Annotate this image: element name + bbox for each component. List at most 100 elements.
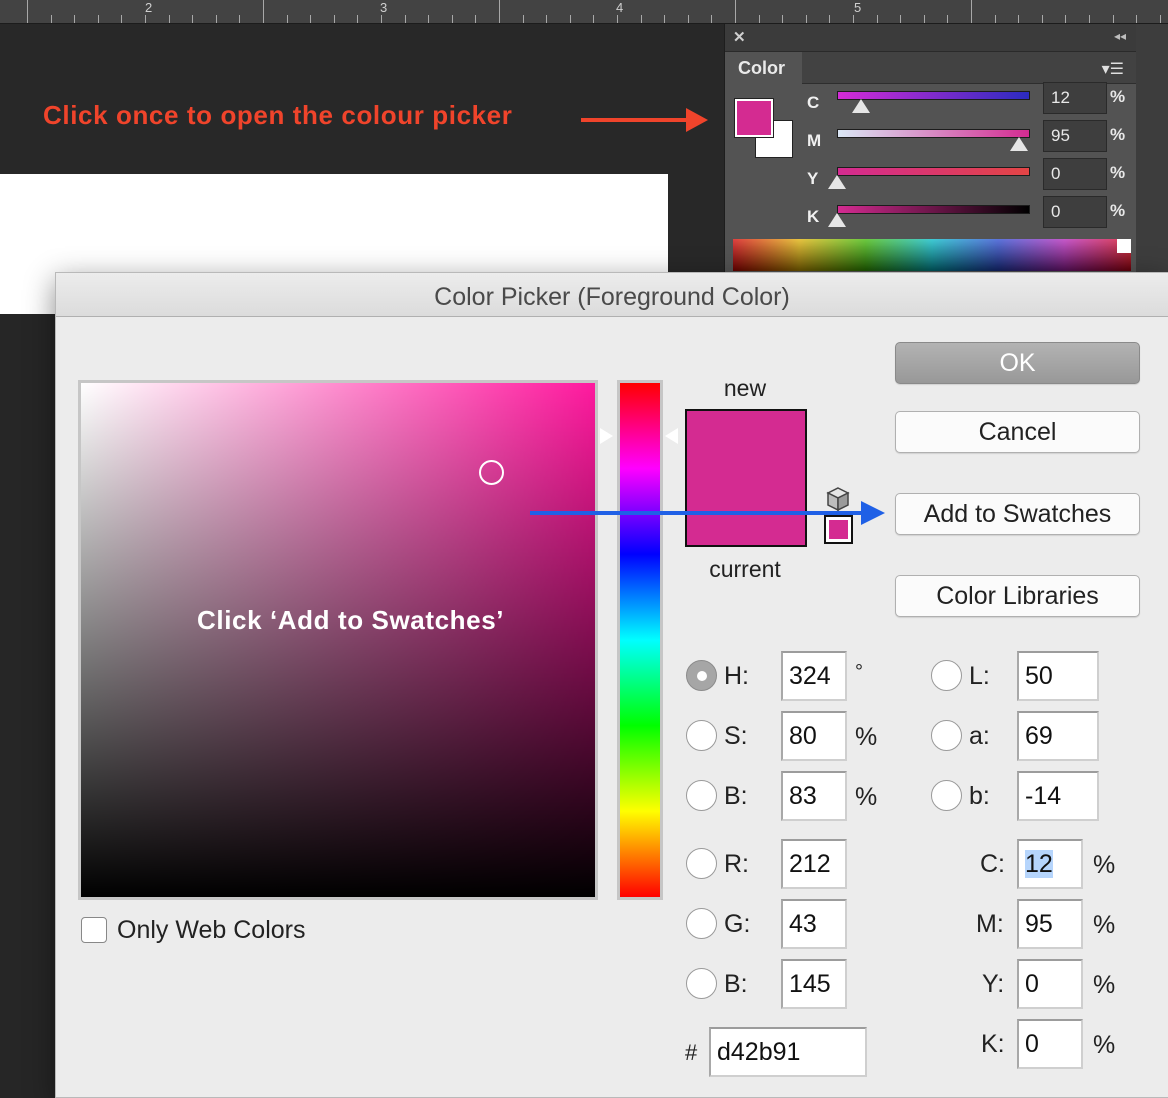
ruler-tick [641,15,642,23]
slider-value-field[interactable]: 12 [1043,82,1107,114]
slider-thumb[interactable] [1010,137,1028,151]
radio-lightness[interactable] [931,660,962,691]
new-color-label: new [723,375,767,401]
ruler-tick [1018,15,1019,23]
radio-blue[interactable] [686,968,717,999]
yellow-field[interactable]: 0 [1017,959,1083,1009]
close-icon[interactable]: ✕ [733,28,746,46]
saturation-field[interactable]: 80 [781,711,847,761]
cancel-button[interactable]: Cancel [895,411,1140,453]
black-field[interactable]: 0 [1017,1019,1083,1069]
ruler-tick [334,15,335,23]
radio-red[interactable] [686,848,717,879]
ruler-tick [1113,15,1114,23]
saturation-brightness-field[interactable]: Click ‘Add to Swatches’ [78,380,598,900]
slider-c: C 12 % [805,82,1135,120]
slider-y: Y 0 % [805,158,1135,196]
percent-unit: % [1093,911,1116,939]
brightness-label: B: [724,782,748,810]
slider-value-field[interactable]: 0 [1043,196,1107,228]
percent-unit: % [855,723,878,751]
hex-label: # [685,1040,698,1065]
ruler-tick [971,0,972,23]
slider-thumb[interactable] [852,99,870,113]
brightness-field[interactable]: 83 [781,771,847,821]
radio-hue[interactable] [686,660,717,691]
blue-label: B: [724,970,748,998]
ruler-tick [263,0,264,23]
ruler-tick [27,0,28,23]
ruler-tick [995,15,996,23]
radio-brightness[interactable] [686,780,717,811]
ruler-tick [735,0,736,23]
cyan-field[interactable]: 12 [1017,839,1083,889]
hue-slider[interactable] [617,380,663,900]
color-libraries-button[interactable]: Color Libraries [895,575,1140,617]
ruler-tick [1160,15,1161,23]
spectrum-white-swatch[interactable] [1117,239,1131,253]
color-picker-dialog: Color Picker (Foreground Color) Click ‘A… [55,272,1168,1098]
panel-menu-icon[interactable]: ▾☰ [1102,59,1124,79]
cyan-label: C: [980,850,1005,878]
red-field[interactable]: 212 [781,839,847,889]
radio-lab-b[interactable] [931,780,962,811]
slider-track[interactable] [837,167,1030,176]
slider-m: M 95 % [805,120,1135,158]
slider-k: K 0 % [805,196,1135,234]
color-panel: ✕ ◂◂ Color ▾☰ C 12 % M 95 % Y 0 % K 0 % [724,24,1136,284]
percent-unit: % [1093,971,1116,999]
ruler-tick [192,15,193,23]
hue-caret-left[interactable] [600,428,613,444]
slider-value-field[interactable]: 0 [1043,158,1107,190]
ruler-tick [475,15,476,23]
lab-l-field[interactable]: 50 [1017,651,1099,701]
only-web-colors-checkbox[interactable] [81,917,107,943]
ruler-tick [782,15,783,23]
ruler-tick [239,15,240,23]
slider-value-field[interactable]: 95 [1043,120,1107,152]
color-spectrum-bar[interactable] [733,239,1131,271]
percent-unit: % [855,783,878,811]
hex-field[interactable]: d42b91 [709,1027,867,1077]
slider-thumb[interactable] [828,213,846,227]
slider-track[interactable] [837,205,1030,214]
annotation-arrow-red-head [686,108,708,132]
annotation-arrow-red [581,118,689,122]
ruler-tick [216,15,217,23]
ruler-number: 5 [854,0,862,15]
web-safe-color-swatch[interactable] [824,515,853,544]
double-chevron-left-icon[interactable]: ◂◂ [1114,29,1126,43]
slider-thumb[interactable] [828,175,846,189]
ruler-tick [806,15,807,23]
magenta-field[interactable]: 95 [1017,899,1083,949]
ruler-tick [452,15,453,23]
slider-letter: K [807,207,820,226]
ruler-tick [405,15,406,23]
slider-letter: C [807,93,820,112]
green-field[interactable]: 43 [781,899,847,949]
radio-green[interactable] [686,908,717,939]
only-web-colors-label: Only Web Colors [117,916,306,944]
hue-field[interactable]: 324 [781,651,847,701]
lab-a-field[interactable]: 69 [1017,711,1099,761]
foreground-color-swatch[interactable] [734,98,774,138]
color-cursor-ring[interactable] [479,460,504,485]
radio-saturation[interactable] [686,720,717,751]
ruler-tick [664,15,665,23]
ruler-tick [1042,15,1043,23]
out-of-gamut-cube-icon[interactable] [825,486,851,512]
hue-caret-right[interactable] [665,428,678,444]
ruler-tick [759,15,760,23]
tab-color[interactable]: Color [725,52,802,85]
blue-field[interactable]: 145 [781,959,847,1009]
radio-lab-a[interactable] [931,720,962,751]
selected-text: 12 [1025,850,1053,878]
red-label: R: [724,850,749,878]
lab-b-field[interactable]: -14 [1017,771,1099,821]
add-to-swatches-button[interactable]: Add to Swatches [895,493,1140,535]
ok-button[interactable]: OK [895,342,1140,384]
slider-track[interactable] [837,129,1030,138]
horizontal-ruler: 2 3 4 5 [0,0,1168,24]
magenta-label: M: [976,910,1004,938]
slider-unit: % [1110,163,1126,182]
